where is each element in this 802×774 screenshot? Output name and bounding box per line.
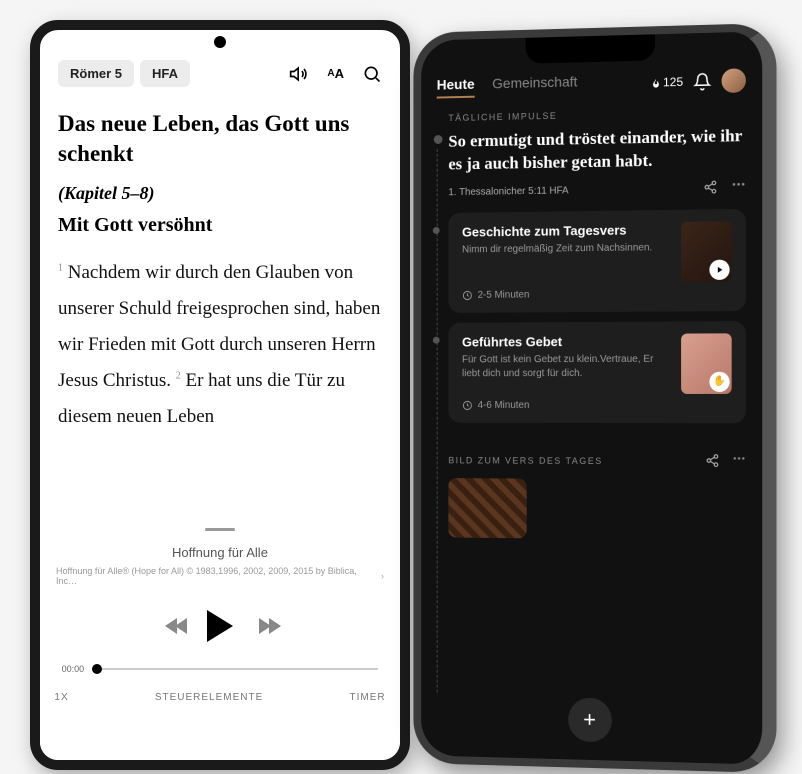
card-thumbnail: ✋ [681, 333, 732, 394]
card-title: Geschichte zum Tagesvers [462, 222, 673, 240]
card-duration: 4-6 Minuten [478, 400, 530, 411]
version-selector[interactable]: HFA [140, 60, 190, 87]
card-prayer[interactable]: Geführtes Gebet Für Gott ist kein Gebet … [448, 321, 746, 423]
share-icon[interactable] [704, 180, 718, 197]
timer-button[interactable]: TIMER [349, 692, 385, 703]
verse-reference: 1. Thessalonicher 5:11 HFA [448, 185, 568, 198]
feed-phone: Heute Gemeinschaft 125 TÄGLICHE IMPULSE … [413, 23, 776, 773]
audio-player-sheet: Hoffnung für Alle Hoffnung für Alle® (Ho… [40, 500, 400, 760]
section-image-of-day: BILD ZUM VERS DES TAGES [448, 455, 602, 466]
share-icon[interactable] [705, 453, 719, 469]
chapter-selector[interactable]: Römer 5 [58, 60, 134, 87]
camera-dot [214, 36, 226, 48]
passage-title: Das neue Leben, das Gott uns schenkt [58, 109, 382, 169]
timeline-dot [434, 135, 443, 144]
speed-button[interactable]: 1X [54, 692, 68, 703]
audio-copyright-row[interactable]: Hoffnung für Alle® (Hope for All) © 1983… [40, 566, 400, 586]
reader-phone: Römer 5 HFA AA Das neue Leben, das Gott … [30, 20, 410, 770]
progress-bar[interactable]: 00:00 [62, 664, 379, 674]
play-button[interactable] [207, 610, 233, 642]
streak-counter[interactable]: 125 [651, 75, 683, 90]
hand-icon: ✋ [709, 372, 729, 392]
play-icon [709, 259, 729, 279]
audio-copyright: Hoffnung für Alle® (Hope for All) © 1983… [56, 566, 377, 586]
reader-toolbar: Römer 5 HFA AA [58, 60, 382, 87]
add-button[interactable]: + [568, 697, 612, 742]
tab-today[interactable]: Heute [437, 76, 475, 99]
feed-top-bar: Heute Gemeinschaft 125 [437, 68, 746, 99]
audio-icon[interactable] [289, 64, 309, 84]
verse-of-day: So ermutigt und tröstet einander, wie ih… [448, 125, 746, 176]
section-daily-impulse: TÄGLICHE IMPULSE [448, 107, 746, 123]
drag-handle[interactable] [205, 528, 235, 531]
card-thumbnail [681, 221, 732, 282]
clock-icon [462, 290, 473, 301]
card-duration: 2-5 Minuten [478, 289, 530, 300]
audio-title: Hoffnung für Alle [172, 545, 268, 560]
more-icon[interactable]: ••• [733, 453, 746, 469]
search-icon[interactable] [362, 64, 382, 84]
clock-icon [462, 400, 473, 411]
time-elapsed: 00:00 [62, 664, 85, 674]
card-title: Geführtes Gebet [462, 333, 673, 349]
avatar[interactable] [722, 68, 746, 93]
more-icon[interactable]: ••• [732, 179, 746, 196]
passage-subtitle: (Kapitel 5–8) [58, 183, 382, 204]
notifications-icon[interactable] [693, 72, 711, 91]
card-subtitle: Für Gott ist kein Gebet zu klein.Vertrau… [462, 353, 673, 381]
section-heading: Mit Gott versöhnt [58, 214, 382, 237]
tab-community[interactable]: Gemeinschaft [492, 73, 577, 97]
timeline-dot [433, 337, 440, 344]
card-story[interactable]: Geschichte zum Tagesvers Nimm dir regelm… [448, 209, 746, 313]
controls-button[interactable]: STEUERELEMENTE [155, 692, 263, 703]
verse-image-thumbnail[interactable] [448, 478, 526, 538]
passage-body: 1 Nachdem wir durch den Glauben von unse… [58, 255, 382, 435]
font-size-icon[interactable]: AA [327, 66, 344, 81]
card-subtitle: Nimm dir regelmäßig Zeit zum Nachsinnen. [462, 241, 673, 257]
notch [525, 34, 654, 63]
timeline-dot [433, 227, 440, 234]
chevron-right-icon: › [381, 571, 384, 581]
